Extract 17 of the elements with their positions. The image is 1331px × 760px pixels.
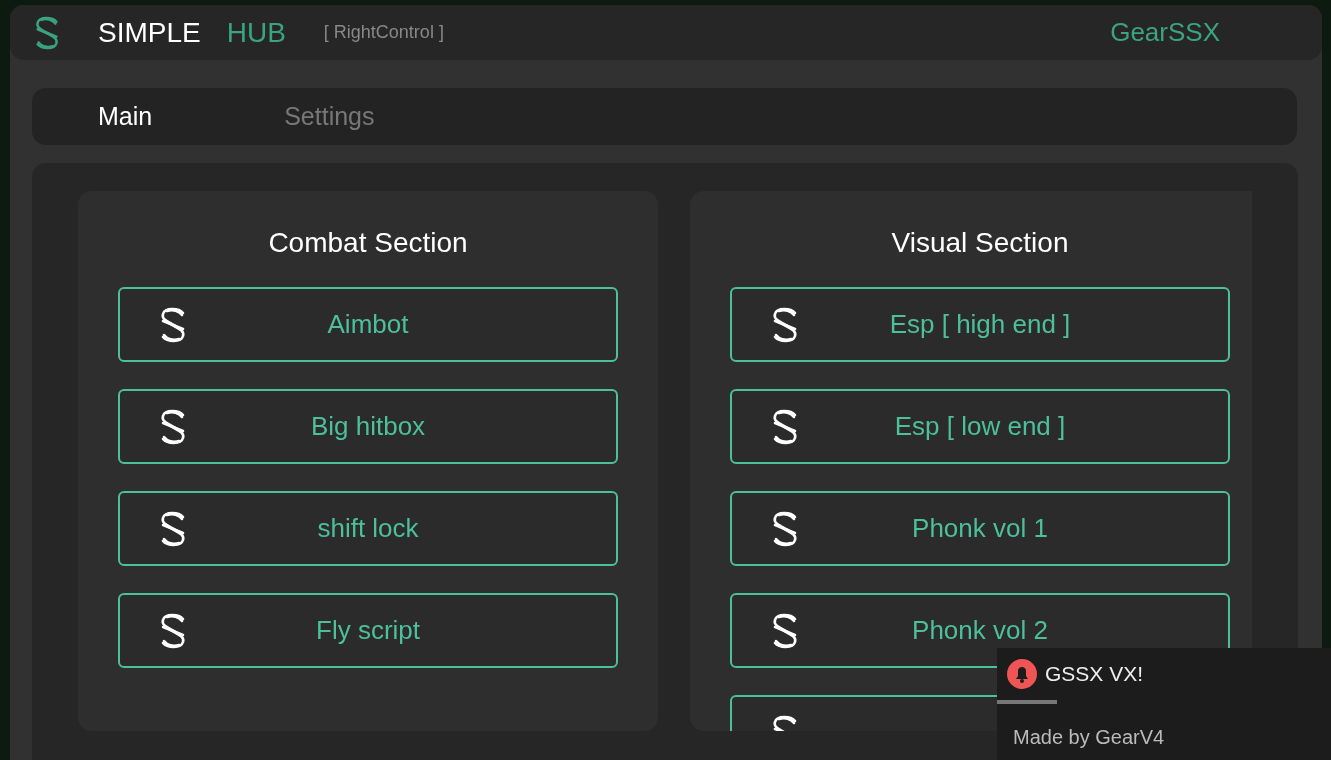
window-title-accent: HUB [226,16,286,49]
script-button[interactable]: Aimbot [118,287,618,362]
script-button[interactable]: shift lock [118,491,618,566]
script-button[interactable]: Esp [ low end ] [730,389,1230,464]
bell-icon [1007,659,1037,689]
script-button[interactable]: Fly script [118,593,618,668]
author-label: GearSSX [1110,17,1220,48]
notification-message: Made by GearV4 [1013,726,1165,749]
section-title: Visual Section [890,227,1069,259]
section-title: Combat Section [268,227,468,259]
script-button[interactable]: Phonk vol 1 [730,491,1230,566]
tab[interactable]: Settings [278,98,381,135]
tab[interactable]: Main [92,98,159,135]
window-title: SIMPLE [98,16,201,49]
script-button[interactable]: Esp [ high end ] [730,287,1230,362]
script-button[interactable]: Big hitbox [118,389,618,464]
keybind-label: [ RightControl ] [323,22,444,43]
